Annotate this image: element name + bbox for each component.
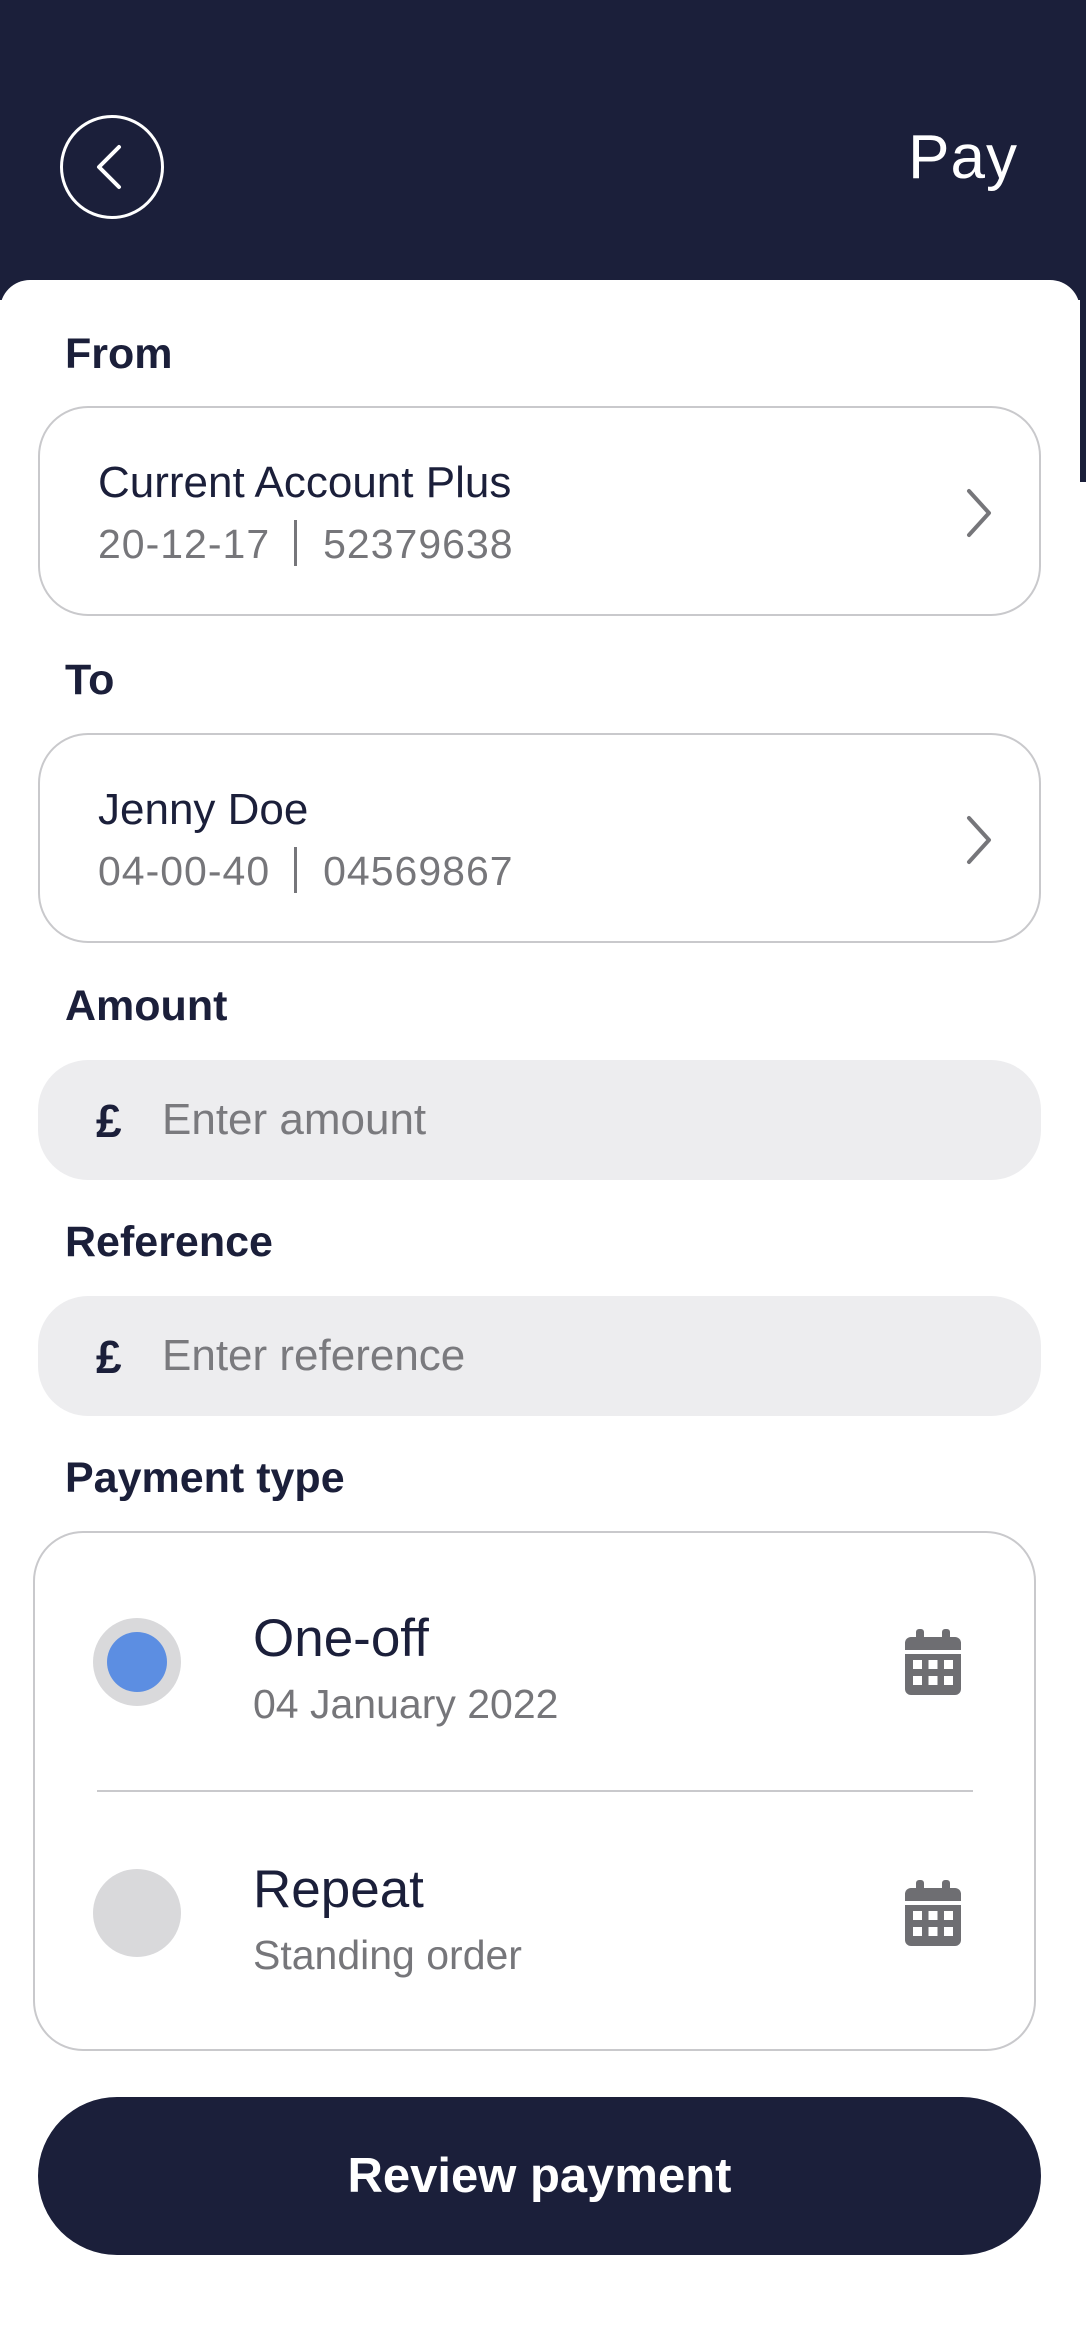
payment-type-card: One-off 04 January 2022 Repeat Standing … [33, 1531, 1036, 2051]
separator [294, 847, 298, 893]
radio-one-off[interactable] [93, 1618, 181, 1706]
payee-account-details: 04-00-40 04569867 [98, 847, 514, 895]
chevron-right-icon [967, 816, 991, 864]
payment-option-repeat[interactable]: Repeat Standing order [35, 1783, 1038, 2033]
radio-selected-dot [107, 1632, 167, 1692]
option-title: One-off [253, 1609, 429, 1668]
separator [294, 520, 298, 566]
from-account-name: Current Account Plus [98, 458, 512, 507]
calendar-icon[interactable] [903, 1880, 963, 1948]
currency-symbol: £ [96, 1095, 122, 1147]
from-account-selector[interactable]: Current Account Plus 20-12-17 52379638 [38, 406, 1041, 616]
chevron-left-icon [97, 145, 121, 189]
reference-label: Reference [65, 1218, 273, 1266]
option-title: Repeat [253, 1860, 424, 1919]
amount-input-box: £ [38, 1060, 1041, 1180]
from-account-number: 52379638 [323, 521, 514, 567]
page-title: Pay [908, 123, 1018, 192]
chevron-right-icon [967, 489, 991, 537]
from-label: From [65, 330, 173, 378]
scrollbar[interactable] [1080, 300, 1086, 482]
back-button[interactable] [60, 115, 164, 219]
reference-input-box: £ [38, 1296, 1041, 1416]
payee-account-number: 04569867 [323, 848, 514, 894]
payment-type-label: Payment type [65, 1454, 345, 1502]
calendar-icon[interactable] [903, 1629, 963, 1697]
to-label: To [65, 656, 115, 704]
amount-label: Amount [65, 982, 228, 1030]
app-header: Pay [0, 0, 1086, 300]
to-payee-selector[interactable]: Jenny Doe 04-00-40 04569867 [38, 733, 1041, 943]
reference-input[interactable] [162, 1318, 1002, 1394]
payee-sort-code: 04-00-40 [98, 848, 271, 894]
radio-repeat[interactable] [93, 1869, 181, 1957]
option-subtitle: Standing order [253, 1932, 522, 1978]
option-subtitle: 04 January 2022 [253, 1681, 559, 1727]
from-sort-code: 20-12-17 [98, 521, 271, 567]
review-payment-button[interactable]: Review payment [38, 2097, 1041, 2255]
amount-input[interactable] [162, 1082, 1002, 1158]
payee-name: Jenny Doe [98, 785, 309, 834]
from-account-details: 20-12-17 52379638 [98, 520, 514, 568]
currency-symbol: £ [96, 1331, 122, 1383]
payment-option-one-off[interactable]: One-off 04 January 2022 [35, 1533, 1038, 1783]
